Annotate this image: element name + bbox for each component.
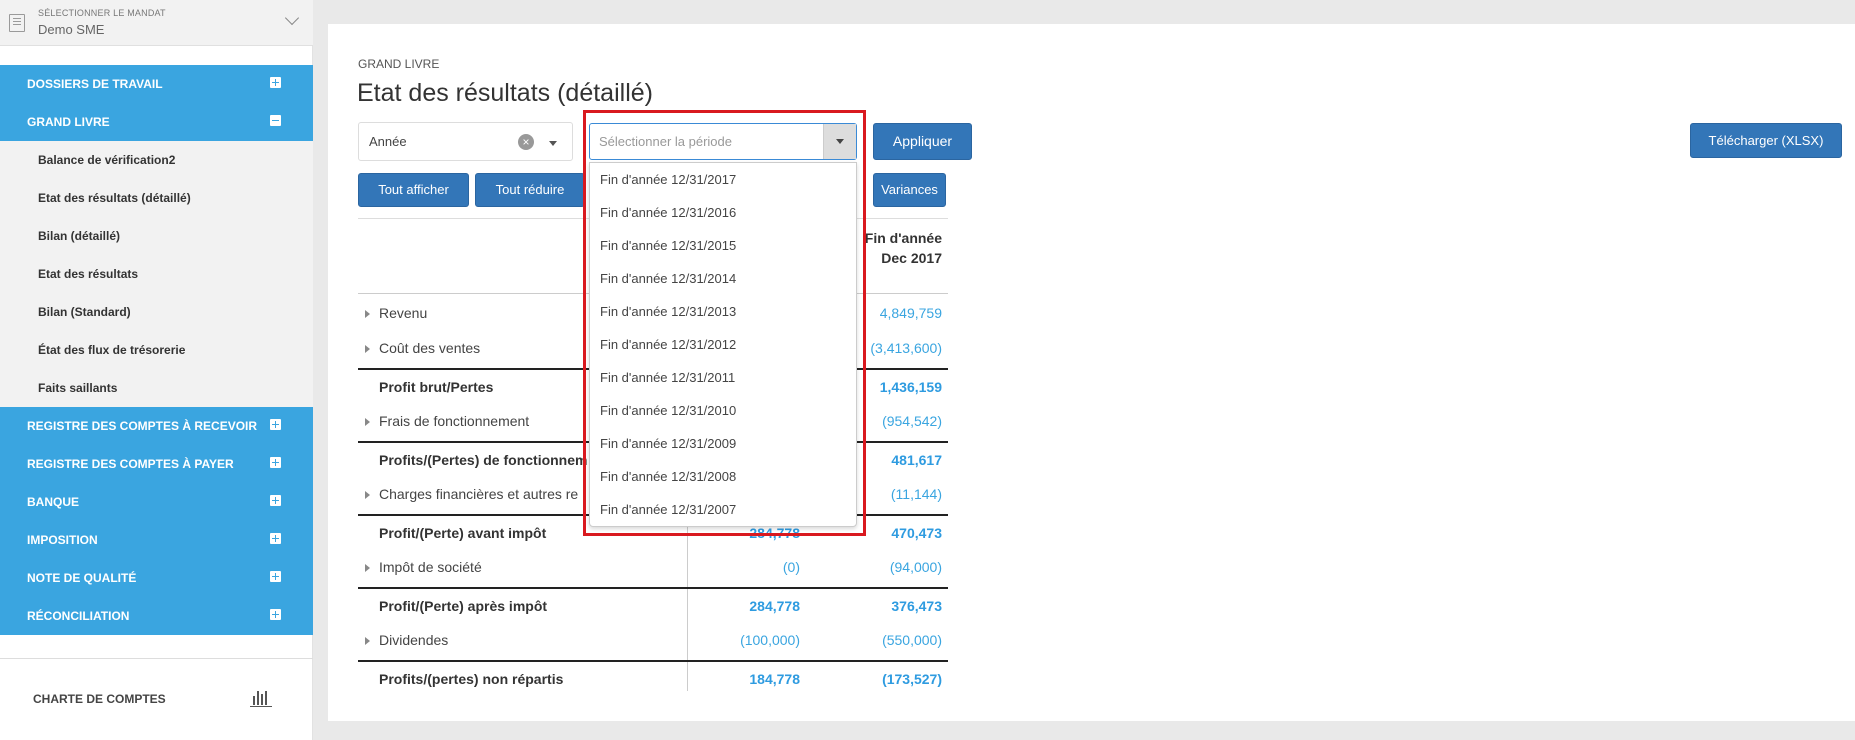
- sidebar-subitem-bilan-detaille[interactable]: Bilan (détaillé): [0, 217, 313, 255]
- row-label: Profits/(Pertes) de fonctionnem: [379, 452, 588, 468]
- row-label: Frais de fonctionnement: [379, 413, 530, 429]
- row-label: Profit/(Perte) après impôt: [379, 598, 548, 614]
- collapse-icon[interactable]: [270, 115, 281, 126]
- row-label: Profits/(pertes) non répartis: [379, 671, 564, 687]
- table-row: Profits/(pertes) non répartis 184,778 (173…: [358, 660, 948, 696]
- sidebar-item-label: BANQUE: [27, 495, 80, 509]
- clear-icon[interactable]: ×: [518, 134, 534, 150]
- sidebar-subitem-etat-resultats[interactable]: Etat des résultats: [0, 255, 313, 293]
- expand-caret-icon[interactable]: [365, 637, 370, 645]
- download-xlsx-button[interactable]: Télécharger (XLSX): [1690, 123, 1842, 158]
- expand-icon[interactable]: [270, 77, 281, 88]
- row-value-col1: 184,778: [749, 671, 800, 687]
- row-value-col2: (94,000): [889, 559, 942, 575]
- expand-caret-icon[interactable]: [365, 345, 370, 353]
- mandat-value: Demo SME: [38, 22, 105, 37]
- sidebar-nav: DOSSIERS DE TRAVAIL GRAND LIVRE Balance …: [0, 65, 313, 635]
- row-label: Profit/(Perte) avant impôt: [379, 525, 547, 541]
- table-row[interactable]: Impôt de société (0) (94,000): [358, 550, 948, 586]
- table-row: Profit/(Perte) après impôt 284,778 376,473: [358, 587, 948, 623]
- sidebar-item-comptes-payer[interactable]: REGISTRE DES COMPTES À PAYER: [0, 445, 313, 483]
- mandat-selector[interactable]: SÉLECTIONNER LE MANDAT Demo SME: [0, 0, 313, 46]
- expand-caret-icon[interactable]: [365, 310, 370, 318]
- variances-button[interactable]: Variances: [873, 173, 946, 207]
- sidebar-item-note-qualite[interactable]: NOTE DE QUALITÉ: [0, 559, 313, 597]
- row-value-col1: (0): [782, 559, 800, 575]
- row-value-col1: 284,778: [749, 598, 800, 614]
- bar-chart-icon[interactable]: [250, 689, 272, 707]
- row-label: Coût des ventes: [379, 340, 481, 356]
- row-label: Profit brut/Pertes: [379, 379, 494, 395]
- page-title: Etat des résultats (détaillé): [357, 79, 653, 107]
- caret-down-icon[interactable]: [549, 141, 557, 146]
- period-type-select[interactable]: Année ×: [358, 122, 573, 161]
- expand-caret-icon[interactable]: [365, 564, 370, 572]
- sidebar-item-label: REGISTRE DES COMPTES À PAYER: [27, 457, 234, 471]
- row-label: Revenu: [379, 305, 428, 321]
- row-value-col2: (173,527): [882, 671, 942, 687]
- column-header: Fin d'année Dec 2017: [858, 228, 942, 268]
- row-label: Charges financières et autres re: [379, 486, 579, 502]
- sidebar: SÉLECTIONNER LE MANDAT Demo SME DOSSIERS…: [0, 0, 313, 740]
- column-header-line2: Dec 2017: [881, 250, 942, 266]
- sidebar-item-dossiers[interactable]: DOSSIERS DE TRAVAIL: [0, 65, 313, 103]
- table-row[interactable]: Dividendes (100,000) (550,000): [358, 623, 948, 659]
- expand-icon[interactable]: [270, 609, 281, 620]
- sidebar-subitem-flux-tresorerie[interactable]: État des flux de trésorerie: [0, 331, 313, 369]
- chevron-down-icon[interactable]: [284, 10, 300, 26]
- sidebar-item-label: REGISTRE DES COMPTES À RECEVOIR: [27, 419, 258, 433]
- divider: [0, 658, 313, 659]
- expand-icon[interactable]: [270, 495, 281, 506]
- highlight-box: [583, 110, 866, 536]
- sidebar-item-grand-livre[interactable]: GRAND LIVRE: [0, 103, 313, 141]
- sidebar-subitem-etat-detaille[interactable]: Etat des résultats (détaillé): [0, 179, 313, 217]
- show-all-button[interactable]: Tout afficher: [358, 173, 469, 207]
- mandat-label: SÉLECTIONNER LE MANDAT: [38, 8, 166, 18]
- sidebar-subitem-faits-saillants[interactable]: Faits saillants: [0, 369, 313, 407]
- sidebar-item-banque[interactable]: BANQUE: [0, 483, 313, 521]
- sidebar-item-label: IMPOSITION: [27, 533, 98, 547]
- sidebar-item-label: DOSSIERS DE TRAVAIL: [27, 77, 163, 91]
- period-type-value: Année: [369, 134, 407, 149]
- sidebar-item-label: RÉCONCILIATION: [27, 609, 130, 623]
- breadcrumb: GRAND LIVRE: [358, 57, 440, 71]
- row-label: Impôt de société: [379, 559, 482, 575]
- row-value-col2: (550,000): [882, 632, 942, 648]
- collapse-all-button[interactable]: Tout réduire: [475, 173, 585, 207]
- sidebar-item-label: NOTE DE QUALITÉ: [27, 571, 137, 585]
- expand-caret-icon[interactable]: [365, 491, 370, 499]
- column-header-line1: Fin d'année: [864, 230, 942, 246]
- building-icon: [9, 14, 25, 32]
- expand-icon[interactable]: [270, 533, 281, 544]
- sidebar-subitem-balance[interactable]: Balance de vérification2: [0, 141, 313, 179]
- apply-button[interactable]: Appliquer: [873, 123, 972, 160]
- expand-icon[interactable]: [270, 457, 281, 468]
- expand-icon[interactable]: [270, 571, 281, 582]
- expand-caret-icon[interactable]: [365, 418, 370, 426]
- row-value-col2: 376,473: [891, 598, 942, 614]
- sidebar-subitem-bilan-standard[interactable]: Bilan (Standard): [0, 293, 313, 331]
- charte-de-comptes-link[interactable]: CHARTE DE COMPTES: [33, 692, 166, 706]
- row-value-col1: (100,000): [740, 632, 800, 648]
- sidebar-item-reconciliation[interactable]: RÉCONCILIATION: [0, 597, 313, 635]
- expand-icon[interactable]: [270, 419, 281, 430]
- sidebar-item-label: GRAND LIVRE: [27, 115, 110, 129]
- row-label: Dividendes: [379, 632, 449, 648]
- sidebar-item-comptes-recevoir[interactable]: REGISTRE DES COMPTES À RECEVOIR: [0, 407, 313, 445]
- sidebar-item-imposition[interactable]: IMPOSITION: [0, 521, 313, 559]
